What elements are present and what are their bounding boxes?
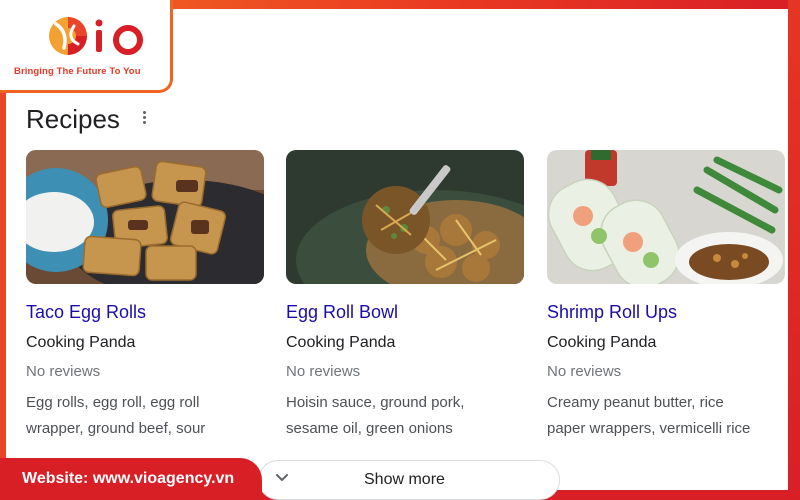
vio-logo (49, 17, 143, 55)
brand-logo-box: Bringing The Future To You (0, 0, 173, 93)
recipe-reviews: No reviews (286, 363, 361, 380)
brand-tagline: Bringing The Future To You (14, 66, 141, 77)
brand-frame-left (0, 90, 6, 470)
egg-roll-bowl-image[interactable] (286, 150, 524, 284)
recipe-ingredients: Egg rolls, egg roll, egg roll wrapper, g… (26, 390, 264, 442)
recipe-ingredients-line: wrapper, ground beef, sour (26, 420, 206, 437)
shrimp-roll-ups-image[interactable] (547, 150, 785, 284)
recipe-ingredients-line: Creamy peanut butter, rice (547, 394, 724, 411)
recipe-card[interactable]: Taco Egg Rolls Cooking Panda No reviews … (26, 150, 264, 442)
recipe-card[interactable]: Shrimp Roll Ups Cooking Panda No reviews… (547, 150, 785, 442)
recipe-source: Cooking Panda (286, 334, 396, 351)
recipe-card[interactable]: Egg Roll Bowl Cooking Panda No reviews H… (286, 150, 524, 442)
recipe-reviews: No reviews (26, 363, 101, 380)
recipe-ingredients-line: Egg rolls, egg roll, egg roll (26, 394, 200, 411)
brand-frame-right (788, 0, 800, 500)
recipe-title-link[interactable]: Shrimp Roll Ups (547, 302, 785, 323)
recipes-heading: Recipes (26, 104, 120, 134)
website-label: Website: www.vioagency.vn (22, 470, 235, 487)
recipe-ingredients: Creamy peanut butter, rice paper wrapper… (547, 390, 785, 442)
recipe-source: Cooking Panda (26, 334, 136, 351)
more-vert-icon[interactable] (140, 109, 148, 131)
recipe-title-link[interactable]: Taco Egg Rolls (26, 302, 264, 323)
recipe-source: Cooking Panda (547, 334, 657, 351)
recipe-ingredients: Hoisin sauce, ground pork, sesame oil, g… (286, 390, 524, 442)
recipe-ingredients-line: sesame oil, green onions (286, 420, 453, 437)
chevron-down-icon (276, 474, 288, 482)
show-more-label: Show more (364, 471, 445, 488)
taco-egg-rolls-image[interactable] (26, 150, 264, 284)
website-banner: Website: www.vioagency.vn (0, 458, 262, 500)
recipe-ingredients-line: paper wrappers, vermicelli rice (547, 420, 751, 437)
recipe-title-link[interactable]: Egg Roll Bowl (286, 302, 524, 323)
recipe-reviews: No reviews (547, 363, 622, 380)
show-more-button[interactable]: Show more (258, 460, 560, 500)
recipe-ingredients-line: Hoisin sauce, ground pork, (286, 394, 465, 411)
